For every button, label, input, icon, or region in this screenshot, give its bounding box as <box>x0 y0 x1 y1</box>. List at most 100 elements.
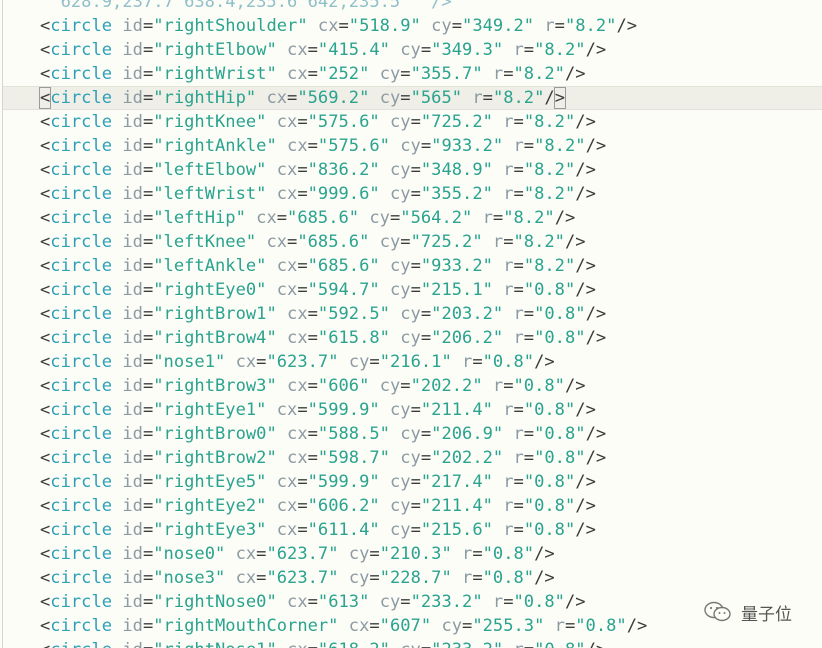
attr-name: cy <box>379 592 401 612</box>
code-line[interactable]: <circle id="rightEye0" cx="594.7" cy="21… <box>40 278 822 302</box>
attr-name: id <box>122 112 143 132</box>
tag-name: circle <box>50 232 113 252</box>
close-bracket: > <box>585 496 596 516</box>
attr-value: "623.7" <box>266 568 339 588</box>
attr-value: "rightWrist" <box>153 64 277 84</box>
attr-value: "228.7" <box>379 568 452 588</box>
attr-name: cx <box>276 520 298 540</box>
attr-value: "599.9" <box>307 400 380 420</box>
code-line[interactable]: <circle id="nose0" cx="623.7" cy="210.3"… <box>40 542 822 566</box>
attr-name: cx <box>287 304 308 324</box>
code-line[interactable]: <circle id="rightBrow4" cx="615.8" cy="2… <box>40 326 822 350</box>
code-line[interactable]: <circle id="rightElbow" cx="415.4" cy="3… <box>40 38 822 62</box>
attr-name: r <box>492 376 504 396</box>
attr-value: "685.6" <box>307 256 380 276</box>
open-bracket: < <box>40 472 51 492</box>
open-bracket: < <box>40 400 51 420</box>
attr-value: "216.1" <box>379 352 452 372</box>
code-line[interactable]: <circle id="rightEye2" cx="606.2" cy="21… <box>40 494 822 518</box>
code-editor[interactable]: 628.9,237.7 638.4,235.6 642,235.5" /> <c… <box>0 0 822 648</box>
attr-value: "rightAnkle" <box>153 136 277 156</box>
attr-name: id <box>122 448 143 468</box>
code-line[interactable]: <circle id="nose1" cx="623.7" cy="216.1"… <box>40 350 822 374</box>
code-line[interactable]: <circle id="rightEye3" cx="611.4" cy="21… <box>40 518 822 542</box>
close-bracket: > <box>595 304 607 324</box>
attr-value: "215.6" <box>420 520 493 540</box>
close-bracket: > <box>575 592 586 612</box>
attr-value: "leftHip" <box>153 208 246 228</box>
attr-name: r <box>462 352 473 372</box>
attr-value: "518.9" <box>348 16 421 36</box>
attr-value: "0.8" <box>513 592 565 612</box>
attr-name: cy <box>379 64 401 84</box>
attr-name: r <box>482 208 493 228</box>
attr-value: "685.6" <box>297 232 370 252</box>
attr-value: "0.8" <box>523 400 576 420</box>
attr-name: cx <box>266 232 288 252</box>
code-line[interactable]: <circle id="rightEye1" cx="599.9" cy="21… <box>40 398 822 422</box>
code-line[interactable]: <circle id="rightHip" cx="569.2" cy="565… <box>2 86 822 110</box>
attr-value: "233.2" <box>431 640 503 648</box>
attr-value: "588.5" <box>317 424 390 444</box>
tag-name: circle <box>50 448 113 468</box>
code-line[interactable]: <circle id="rightEye5" cx="599.9" cy="21… <box>40 470 822 494</box>
code-line-partial: 628.9,237.7 638.4,235.6 642,235.5" /> <box>40 0 452 12</box>
close-bracket: > <box>585 184 596 204</box>
code-area[interactable]: 628.9,237.7 638.4,235.6 642,235.5" /> <c… <box>2 0 822 648</box>
code-line[interactable]: <circle id="rightKnee" cx="575.6" cy="72… <box>40 110 822 134</box>
attr-name: id <box>122 88 143 108</box>
code-line[interactable]: <circle id="rightBrow0" cx="588.5" cy="2… <box>40 422 822 446</box>
open-bracket: < <box>40 280 51 300</box>
code-line[interactable]: <circle id="leftKnee" cx="685.6" cy="725… <box>40 230 822 254</box>
attr-value: "0.8" <box>534 424 586 444</box>
attr-name: r <box>513 304 524 324</box>
tag-name: circle <box>50 640 112 648</box>
attr-name: cy <box>348 568 370 588</box>
code-line[interactable]: <circle id="rightBrow1" cx="592.5" cy="2… <box>40 302 822 326</box>
attr-name: cy <box>369 208 390 228</box>
code-line[interactable]: <circle id="rightBrow2" cx="598.7" cy="2… <box>40 446 822 470</box>
attr-name: id <box>122 208 143 228</box>
attr-name: cy <box>379 376 401 396</box>
attr-name: cy <box>400 448 421 468</box>
open-bracket: < <box>40 136 51 156</box>
tag-name: circle <box>50 568 113 588</box>
attr-value: "211.4" <box>420 496 493 516</box>
attr-name: r <box>514 640 524 648</box>
attr-value: "rightShoulder" <box>153 16 308 36</box>
attr-name: cx <box>348 616 370 636</box>
code-line[interactable]: <circle id="rightAnkle" cx="575.6" cy="9… <box>40 134 822 158</box>
attr-name: r <box>472 88 483 108</box>
close-bracket: > <box>585 520 596 540</box>
attr-value: "623.7" <box>266 352 339 372</box>
close-bracket: > <box>595 328 607 348</box>
open-bracket: < <box>40 520 51 540</box>
code-line[interactable]: <circle id="rightWrist" cx="252" cy="355… <box>40 62 822 86</box>
attr-name: cx <box>256 208 277 228</box>
attr-value: "rightBrow0" <box>153 424 277 444</box>
attr-name: cx <box>287 64 308 84</box>
attr-value: "611.4" <box>307 520 380 540</box>
attr-name: id <box>122 304 143 324</box>
attr-name: id <box>122 616 143 636</box>
code-line[interactable]: <circle id="nose3" cx="623.7" cy="228.7"… <box>40 566 822 590</box>
code-line[interactable]: <circle id="leftWrist" cx="999.6" cy="35… <box>40 182 822 206</box>
close-bracket: > <box>637 616 648 636</box>
code-line[interactable]: <circle id="leftAnkle" cx="685.6" cy="93… <box>40 254 822 278</box>
attr-name: cx <box>317 16 339 36</box>
code-line[interactable]: <circle id="rightBrow3" cx="606" cy="202… <box>40 374 822 398</box>
attr-name: r <box>503 496 514 516</box>
code-line[interactable]: <circle id="leftHip" cx="685.6" cy="564.… <box>40 206 822 230</box>
attr-name: id <box>122 472 143 492</box>
gutter-border <box>2 0 3 648</box>
code-line[interactable]: <circle id="rightNose1" cx="618.2" cy="2… <box>40 638 822 648</box>
close-bracket: > <box>585 256 596 276</box>
attr-name: r <box>503 472 514 492</box>
code-line[interactable]: <circle id="rightShoulder" cx="518.9" cy… <box>40 14 822 38</box>
attr-value: "rightBrow1" <box>153 304 277 324</box>
attr-value: "415.4" <box>317 40 390 60</box>
code-line[interactable]: <circle id="leftElbow" cx="836.2" cy="34… <box>40 158 822 182</box>
attr-name: r <box>492 64 504 84</box>
attr-name: id <box>122 544 143 564</box>
attr-name: id <box>122 136 143 156</box>
